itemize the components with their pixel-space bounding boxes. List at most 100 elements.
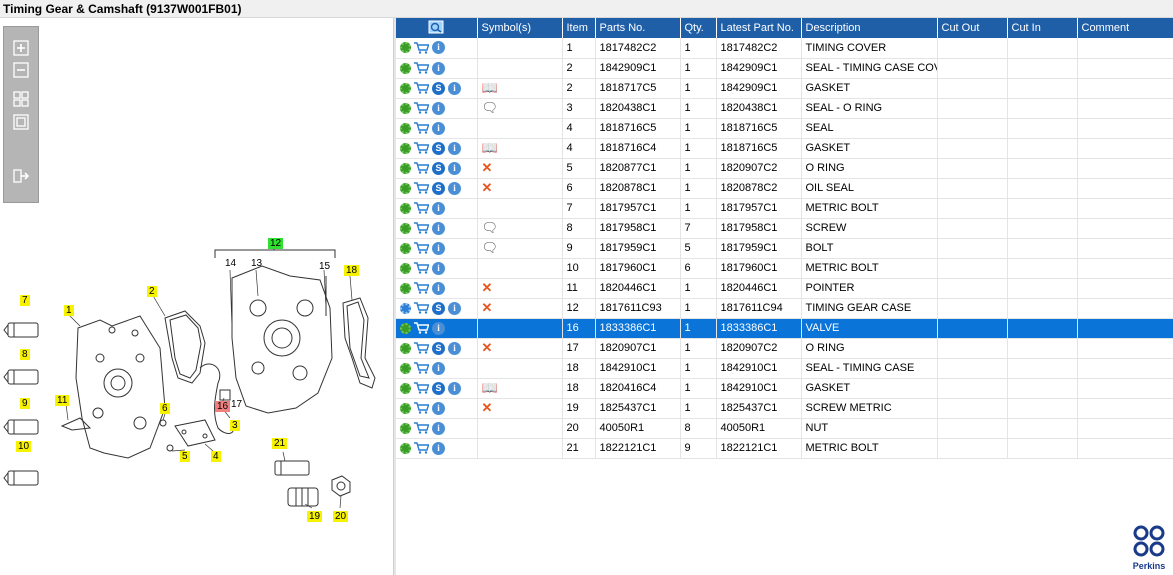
info-icon[interactable]: i: [432, 201, 445, 215]
zoom-out-icon[interactable]: [12, 61, 30, 79]
cart-icon[interactable]: [414, 442, 429, 454]
cart-icon[interactable]: [414, 302, 429, 314]
table-row[interactable]: Si ✕ 5 1820877C1 1 1820907C2 O RING: [396, 158, 1173, 179]
fit-page-icon[interactable]: [12, 113, 30, 131]
supersession-icon[interactable]: S: [432, 301, 445, 315]
cross-icon[interactable]: ✕: [482, 301, 493, 315]
cart-icon[interactable]: [414, 242, 429, 254]
column-header-description[interactable]: Description: [801, 18, 938, 38]
callout-4[interactable]: 4: [211, 451, 221, 462]
column-header-item[interactable]: Item: [562, 18, 596, 38]
cart-icon[interactable]: [414, 362, 429, 374]
gear-icon[interactable]: [400, 262, 411, 274]
table-row[interactable]: Si ✕ 6 1820878C1 1 1820878C2 OIL SEAL: [396, 178, 1173, 199]
cart-icon[interactable]: [414, 322, 429, 334]
table-row[interactable]: i 10 1817960C1 6 1817960C1 METRIC BOLT: [396, 258, 1173, 279]
column-header-qty[interactable]: Qty.: [680, 18, 717, 38]
supersession-icon[interactable]: S: [432, 181, 445, 195]
diagram-pane[interactable]: 12 14 13 15 18 2 7 1 8 9 11 6 16 17 3 10…: [0, 18, 393, 575]
cart-icon[interactable]: [414, 222, 429, 234]
column-header-symbols[interactable]: Symbol(s): [477, 18, 563, 38]
callout-6[interactable]: 6: [160, 403, 170, 414]
note-icon[interactable]: 🗨: [482, 101, 499, 115]
gear-icon[interactable]: [400, 342, 411, 354]
table-row[interactable]: Si 📖 18 1820416C4 1 1842910C1 GASKET: [396, 378, 1173, 399]
callout-3[interactable]: 3: [230, 420, 240, 431]
callout-9[interactable]: 9: [20, 398, 30, 409]
gear-icon[interactable]: [400, 442, 411, 454]
cart-icon[interactable]: [414, 202, 429, 214]
gear-icon[interactable]: [400, 242, 411, 254]
gear-icon[interactable]: [400, 282, 411, 294]
table-row[interactable]: Si ✕ 12 1817611C93 1 1817611C94 TIMING GEAR CA…: [396, 298, 1173, 319]
cart-icon[interactable]: [414, 182, 429, 194]
cart-icon[interactable]: [414, 142, 429, 154]
callout-10[interactable]: 10: [16, 441, 32, 452]
note-icon[interactable]: 🗨: [482, 241, 499, 255]
cart-icon[interactable]: [414, 382, 429, 394]
table-row[interactable]: i 1 1817482C2 1 1817482C2 TIMING COVER: [396, 38, 1173, 59]
gear-icon[interactable]: [400, 82, 411, 94]
cart-icon[interactable]: [414, 162, 429, 174]
callout-21[interactable]: 21: [272, 438, 288, 449]
book-search-icon[interactable]: 📖: [482, 381, 498, 395]
column-header-actions[interactable]: [396, 18, 478, 38]
cart-icon[interactable]: [414, 342, 429, 354]
gear-icon[interactable]: [400, 42, 411, 54]
gear-icon[interactable]: [400, 422, 411, 434]
supersession-icon[interactable]: S: [432, 341, 445, 355]
gear-icon[interactable]: [400, 402, 411, 414]
zoom-in-icon[interactable]: [12, 39, 30, 57]
cross-icon[interactable]: ✕: [482, 341, 493, 355]
table-row[interactable]: Si 📖 2 1818717C5 1 1842909C1 GASKET: [396, 78, 1173, 99]
callout-19[interactable]: 19: [307, 511, 323, 522]
callout-1[interactable]: 1: [64, 305, 74, 316]
info-icon[interactable]: i: [448, 341, 461, 355]
callout-7[interactable]: 7: [20, 295, 30, 306]
callout-12[interactable]: 12: [268, 238, 284, 249]
supersession-icon[interactable]: S: [432, 381, 445, 395]
info-icon[interactable]: i: [432, 41, 445, 55]
fit-all-icon[interactable]: [12, 90, 30, 108]
cross-icon[interactable]: ✕: [482, 161, 493, 175]
gear-icon[interactable]: [400, 62, 411, 74]
info-icon[interactable]: i: [448, 301, 461, 315]
info-icon[interactable]: i: [448, 181, 461, 195]
callout-2[interactable]: 2: [147, 286, 157, 297]
info-icon[interactable]: i: [448, 161, 461, 175]
table-row[interactable]: i ✕ 19 1825437C1 1 1825437C1 SCREW METRIC: [396, 398, 1173, 419]
cart-icon[interactable]: [414, 122, 429, 134]
info-icon[interactable]: i: [432, 441, 445, 455]
info-icon[interactable]: i: [432, 61, 445, 75]
info-icon[interactable]: i: [432, 421, 445, 435]
book-search-icon[interactable]: 📖: [482, 81, 498, 95]
gear-icon[interactable]: [400, 382, 411, 394]
info-icon[interactable]: i: [432, 401, 445, 415]
info-icon[interactable]: i: [432, 241, 445, 255]
table-row[interactable]: i 21 1822121C1 9 1822121C1 METRIC BOLT: [396, 438, 1173, 459]
supersession-icon[interactable]: S: [432, 161, 445, 175]
callout-20[interactable]: 20: [333, 511, 349, 522]
cart-icon[interactable]: [414, 62, 429, 74]
callout-11[interactable]: 11: [55, 395, 70, 406]
table-row[interactable]: i 20 40050R1 8 40050R1 NUT: [396, 418, 1173, 439]
book-search-icon[interactable]: 📖: [482, 141, 498, 155]
cart-icon[interactable]: [414, 102, 429, 114]
gear-icon[interactable]: [400, 222, 411, 234]
search-parts-icon[interactable]: [428, 20, 444, 34]
gear-icon[interactable]: [400, 142, 411, 154]
column-header-comment[interactable]: Comment: [1077, 18, 1173, 38]
supersession-icon[interactable]: S: [432, 141, 445, 155]
callout-5[interactable]: 5: [180, 451, 190, 462]
cart-icon[interactable]: [414, 282, 429, 294]
table-row[interactable]: Si ✕ 17 1820907C1 1 1820907C2 O RING: [396, 338, 1173, 359]
info-icon[interactable]: i: [448, 381, 461, 395]
info-icon[interactable]: i: [432, 321, 445, 335]
supersession-icon[interactable]: S: [432, 81, 445, 95]
info-icon[interactable]: i: [432, 281, 445, 295]
table-row[interactable]: Si 📖 4 1818716C4 1 1818716C5 GASKET: [396, 138, 1173, 159]
cart-icon[interactable]: [414, 82, 429, 94]
cart-icon[interactable]: [414, 402, 429, 414]
table-row[interactable]: i 7 1817957C1 1 1817957C1 METRIC BOLT: [396, 198, 1173, 219]
table-row[interactable]: i 🗨 8 1817958C1 7 1817958C1 SCREW: [396, 218, 1173, 239]
